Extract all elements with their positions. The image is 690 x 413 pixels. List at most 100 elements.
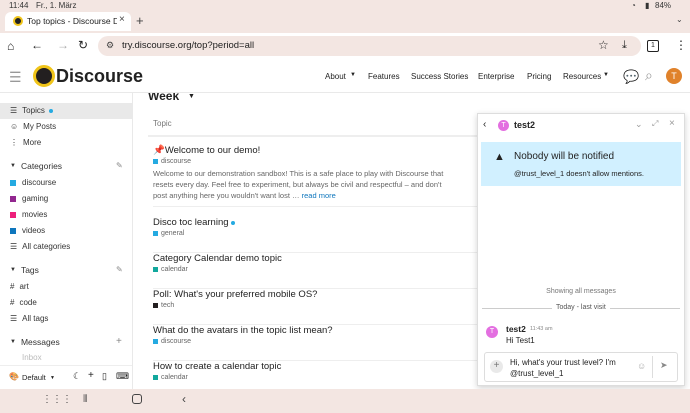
recents-icon[interactable]: ⦀ bbox=[83, 394, 87, 405]
browser-tab[interactable]: Top topics - Discourse De × bbox=[5, 12, 131, 31]
hamburger-menu-icon[interactable]: ☰ bbox=[9, 69, 22, 86]
chat-icon[interactable]: 💬 bbox=[623, 69, 639, 85]
forward-icon[interactable]: → bbox=[57, 38, 69, 52]
close-icon[interactable]: × bbox=[669, 118, 675, 129]
topic-category[interactable]: calendar bbox=[153, 266, 478, 273]
unread-dot-icon bbox=[48, 108, 53, 113]
topic-category[interactable]: discourse bbox=[153, 338, 478, 345]
topic-title[interactable]: Poll: What's your preferred mobile OS? bbox=[153, 289, 478, 300]
topic-row[interactable]: Disco toc learning general bbox=[153, 217, 478, 253]
dark-mode-icon[interactable]: ☾ bbox=[73, 371, 81, 382]
sidebar-item-category[interactable]: movies bbox=[10, 210, 47, 219]
sidebar-item-label: gaming bbox=[22, 194, 49, 203]
mobile-icon[interactable]: ▯ bbox=[102, 371, 107, 382]
topic-row[interactable]: How to create a calendar topic calendar bbox=[153, 361, 478, 389]
sidebar-item-label: discourse bbox=[22, 178, 57, 187]
system-back-icon[interactable]: ‹ bbox=[182, 392, 186, 406]
expand-icon[interactable]: ⤢ bbox=[652, 119, 658, 129]
sidebar-item-label: code bbox=[19, 298, 37, 307]
home-icon[interactable]: ⌂ bbox=[7, 39, 14, 53]
topic-title[interactable]: 📌Welcome to our demo! bbox=[153, 145, 478, 156]
tab-count-button[interactable]: 1 bbox=[647, 40, 659, 52]
topic-category[interactable]: discourse bbox=[153, 158, 478, 165]
message-author[interactable]: test2 bbox=[506, 324, 526, 334]
close-tab-icon[interactable]: × bbox=[119, 14, 125, 25]
sidebar-item-my-posts[interactable]: ☺ My Posts bbox=[10, 122, 56, 131]
add-message-icon[interactable]: + bbox=[116, 336, 122, 347]
nav-about[interactable]: About bbox=[325, 72, 346, 81]
browser-menu-icon[interactable]: ⋮ bbox=[675, 38, 687, 52]
edit-pencil-icon[interactable]: ✎ bbox=[116, 265, 123, 274]
add-attachment-icon[interactable]: + bbox=[490, 360, 503, 373]
topic-row[interactable]: Category Calendar demo topic calendar bbox=[153, 253, 478, 289]
sidebar-item-tag[interactable]: # code bbox=[10, 298, 37, 307]
tab-overflow-icon[interactable]: ⌄ bbox=[676, 15, 683, 24]
search-icon[interactable]: ⌕ bbox=[645, 67, 653, 84]
add-icon[interactable]: + bbox=[88, 370, 94, 381]
new-tab-icon[interactable]: + bbox=[136, 13, 144, 28]
nav-resources[interactable]: Resources bbox=[563, 72, 601, 81]
nav-pricing[interactable]: Pricing bbox=[527, 72, 551, 81]
emoji-icon[interactable]: ☺ bbox=[637, 361, 646, 371]
read-more-link[interactable]: read more bbox=[302, 191, 336, 200]
nav-enterprise[interactable]: Enterprise bbox=[478, 72, 514, 81]
keyboard-icon[interactable]: ⌨ bbox=[116, 371, 129, 382]
sidebar-footer: 🎨 Default ▼ ☾ + ▯ ⌨ bbox=[0, 365, 132, 389]
nav-success-stories[interactable]: Success Stories bbox=[411, 72, 468, 81]
composer-input[interactable]: Hi, what's your trust level? I'm @trust_… bbox=[510, 357, 635, 379]
topic-title[interactable]: What do the avatars in the topic list me… bbox=[153, 325, 478, 336]
nav-features[interactable]: Features bbox=[368, 72, 400, 81]
download-icon[interactable]: ⤓ bbox=[622, 39, 627, 52]
site-logo-text[interactable]: Discourse bbox=[56, 66, 143, 87]
sidebar-item-all-tags[interactable]: ☰ All tags bbox=[10, 314, 48, 323]
sidebar-item-tag[interactable]: # art bbox=[10, 282, 29, 291]
topic-category[interactable]: general bbox=[153, 230, 478, 237]
sidebar-item-inbox[interactable]: Inbox bbox=[10, 353, 42, 362]
topics-icon: ☰ bbox=[10, 106, 18, 115]
sidebar-item-category[interactable]: discourse bbox=[10, 178, 56, 187]
chat-composer[interactable]: + Hi, what's your trust level? I'm @trus… bbox=[484, 352, 678, 382]
home-button-icon[interactable] bbox=[132, 394, 142, 404]
topic-row[interactable]: 📌Welcome to our demo! discourse Welcome … bbox=[153, 145, 478, 207]
topic-title[interactable]: How to create a calendar topic bbox=[153, 361, 478, 372]
bookmark-star-icon[interactable]: ☆ bbox=[598, 38, 609, 52]
sidebar-tags-header[interactable]: ▼ Tags bbox=[10, 265, 39, 275]
sidebar-item-category[interactable]: videos bbox=[10, 226, 45, 235]
sidebar-item-category[interactable]: gaming bbox=[10, 194, 48, 203]
category-color-icon bbox=[10, 195, 16, 202]
back-icon[interactable]: ‹ bbox=[483, 119, 486, 130]
collapse-icon[interactable]: ⌄ bbox=[635, 119, 643, 130]
topic-category[interactable]: tech bbox=[153, 302, 478, 309]
back-icon[interactable]: ← bbox=[31, 38, 43, 52]
topic-row[interactable]: Poll: What's your preferred mobile OS? t… bbox=[153, 289, 478, 325]
site-settings-icon[interactable]: ⚙ bbox=[106, 40, 114, 51]
message-avatar[interactable]: T bbox=[486, 326, 498, 338]
topic-row[interactable]: What do the avatars in the topic list me… bbox=[153, 325, 478, 361]
theme-select[interactable]: Default bbox=[22, 373, 46, 382]
sidebar-categories-header[interactable]: ▼ Categories bbox=[10, 161, 62, 171]
address-bar[interactable]: ⚙ try.discourse.org/top?period=all ☆ ⤓ bbox=[98, 36, 641, 56]
reload-icon[interactable]: ↻ bbox=[78, 38, 88, 52]
topic-category[interactable]: calendar bbox=[153, 374, 478, 381]
edit-pencil-icon[interactable]: ✎ bbox=[116, 161, 123, 170]
section-title: Tags bbox=[20, 265, 39, 275]
period-select[interactable]: Week bbox=[148, 93, 179, 103]
discourse-logo-icon[interactable] bbox=[33, 65, 55, 87]
category-color-icon bbox=[153, 375, 158, 380]
column-header-topic[interactable]: Topic bbox=[153, 119, 172, 128]
chat-title[interactable]: test2 bbox=[514, 120, 535, 130]
category-color-icon bbox=[10, 179, 16, 186]
topic-title[interactable]: Category Calendar demo topic bbox=[153, 253, 478, 264]
category-color-icon bbox=[153, 267, 158, 272]
user-icon: ☺ bbox=[10, 122, 19, 131]
chat-avatar: T bbox=[498, 120, 509, 131]
sidebar-messages-header[interactable]: ▼ Messages bbox=[10, 337, 60, 347]
user-avatar[interactable]: T bbox=[666, 68, 682, 84]
sidebar-item-more[interactable]: ⋮ More bbox=[10, 138, 41, 147]
sidebar-item-topics[interactable]: ☰ Topics bbox=[10, 106, 53, 115]
sidebar-item-all-categories[interactable]: ☰ All categories bbox=[10, 242, 70, 251]
apps-grid-icon[interactable]: ⋮⋮⋮ bbox=[42, 394, 72, 405]
send-icon[interactable]: ➤ bbox=[660, 360, 668, 371]
tag-icon: # bbox=[10, 282, 15, 291]
topic-title[interactable]: Disco toc learning bbox=[153, 217, 478, 228]
